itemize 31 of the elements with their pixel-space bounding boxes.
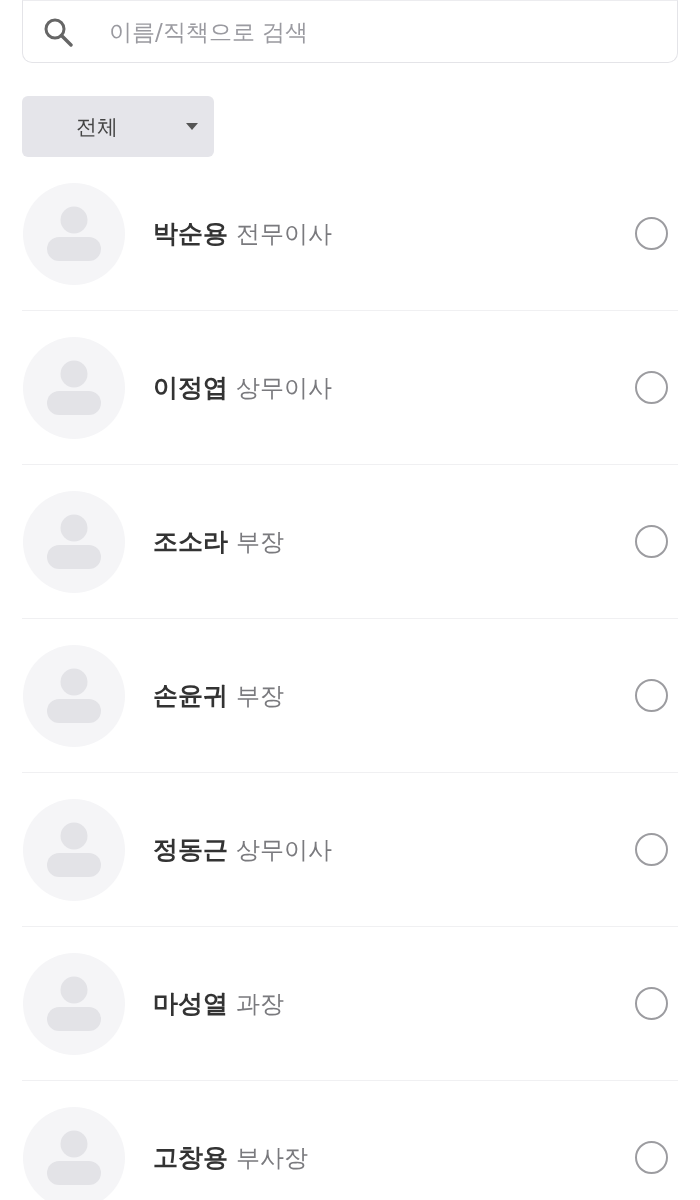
select-radio[interactable] — [635, 833, 668, 866]
avatar-icon — [23, 644, 125, 747]
avatar-icon — [23, 798, 125, 901]
job-title: 전무이사 — [236, 219, 332, 250]
select-radio[interactable] — [635, 987, 668, 1020]
person-name: 손윤귀 — [153, 680, 228, 712]
person-name: 조소라 — [153, 526, 228, 558]
person-name: 마성열 — [153, 988, 228, 1020]
select-radio[interactable] — [635, 525, 668, 558]
select-radio[interactable] — [635, 371, 668, 404]
select-radio[interactable] — [635, 679, 668, 712]
search-field[interactable]: 이름/직책으로 검색 — [22, 0, 678, 63]
search-icon — [43, 17, 73, 47]
person-name: 이정엽 — [153, 372, 228, 404]
job-title: 상무이사 — [236, 835, 332, 866]
person-name: 고창용 — [153, 1142, 228, 1174]
avatar-icon — [23, 952, 125, 1055]
avatar-icon — [23, 182, 125, 285]
job-title: 부사장 — [236, 1143, 308, 1174]
avatar-icon — [23, 490, 125, 593]
caret-icon — [186, 123, 198, 130]
person-name: 정동근 — [153, 834, 228, 866]
job-title: 상무이사 — [236, 373, 332, 404]
filter-dropdown[interactable]: 전체 — [22, 96, 214, 157]
select-radio[interactable] — [635, 1141, 668, 1174]
avatar-icon — [23, 336, 125, 439]
person-name: 박순용 — [153, 218, 228, 250]
select-radio[interactable] — [635, 217, 668, 250]
job-title: 과장 — [236, 989, 284, 1020]
job-title: 부장 — [236, 527, 284, 558]
job-title: 부장 — [236, 681, 284, 712]
